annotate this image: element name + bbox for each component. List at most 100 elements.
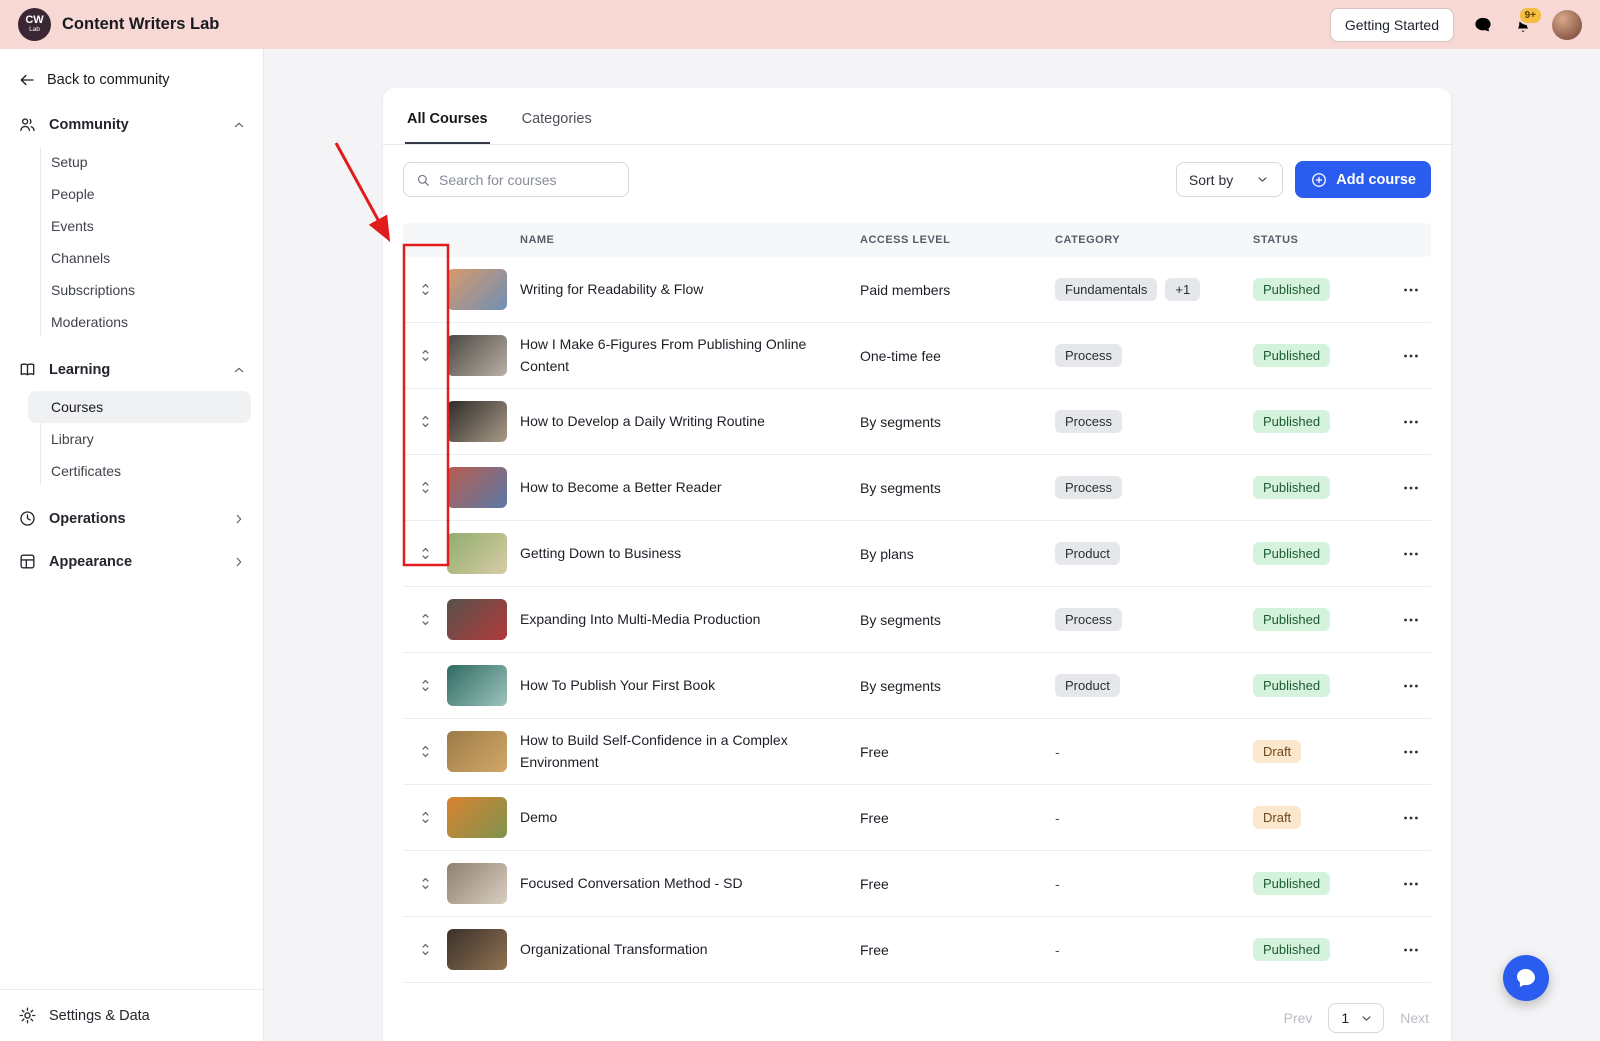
table-row[interactable]: Organizational TransformationFree-Publis… [403, 917, 1431, 983]
tab-all-courses[interactable]: All Courses [405, 111, 490, 144]
sidebar-section-appearance[interactable]: Appearance [0, 542, 263, 581]
sidebar-item-setup[interactable]: Setup [28, 146, 251, 178]
course-thumbnail [447, 533, 507, 574]
drag-handle-icon[interactable] [417, 809, 434, 826]
sidebar-item-moderations[interactable]: Moderations [28, 306, 251, 338]
course-name[interactable]: How to Build Self-Confidence in a Comple… [520, 730, 860, 773]
add-course-button[interactable]: Add course [1295, 161, 1431, 198]
row-menu-button[interactable] [1401, 874, 1421, 894]
table-row[interactable]: How to Become a Better ReaderBy segments… [403, 455, 1431, 521]
table-row[interactable]: Getting Down to BusinessBy plansProductP… [403, 521, 1431, 587]
sidebar-item-channels[interactable]: Channels [28, 242, 251, 274]
row-menu-button[interactable] [1401, 478, 1421, 498]
community-icon [18, 115, 37, 134]
drag-handle-icon[interactable] [417, 545, 434, 562]
add-course-label: Add course [1336, 172, 1416, 188]
table-row[interactable]: Expanding Into Multi-Media ProductionBy … [403, 587, 1431, 653]
drag-handle-icon[interactable] [417, 281, 434, 298]
notifications-bell-icon[interactable]: 9+ [1512, 14, 1534, 36]
sidebar-item-certificates[interactable]: Certificates [28, 455, 251, 487]
sort-by-dropdown[interactable]: Sort by [1176, 162, 1283, 197]
table-row[interactable]: Writing for Readability & FlowPaid membe… [403, 257, 1431, 323]
course-thumbnail [447, 269, 507, 310]
course-name[interactable]: How I Make 6-Figures From Publishing Onl… [520, 334, 860, 377]
sidebar-item-library[interactable]: Library [28, 423, 251, 455]
sort-by-label: Sort by [1189, 172, 1233, 188]
table-row[interactable]: How to Develop a Daily Writing RoutineBy… [403, 389, 1431, 455]
sidebar-section-community[interactable]: Community [0, 105, 263, 144]
status-badge: Draft [1253, 806, 1301, 829]
access-level: One-time fee [860, 348, 1055, 364]
chevron-down-icon [1359, 1011, 1374, 1026]
course-name[interactable]: Organizational Transformation [520, 939, 860, 961]
course-name[interactable]: Getting Down to Business [520, 543, 860, 565]
access-level: By segments [860, 612, 1055, 628]
access-level: Free [860, 942, 1055, 958]
sidebar-item-courses[interactable]: Courses [28, 391, 251, 423]
course-name[interactable]: How to Become a Better Reader [520, 477, 860, 499]
back-to-community-link[interactable]: Back to community [0, 49, 263, 105]
drag-handle-icon[interactable] [417, 941, 434, 958]
row-menu-button[interactable] [1401, 610, 1421, 630]
course-name[interactable]: Writing for Readability & Flow [520, 279, 860, 301]
sidebar-nav: CommunitySetupPeopleEventsChannelsSubscr… [0, 105, 263, 585]
drag-handle-icon[interactable] [417, 677, 434, 694]
category-cell: - [1055, 876, 1253, 892]
column-header-name: NAME [520, 234, 860, 246]
sidebar-section-label: Learning [49, 362, 110, 378]
learning-icon [18, 360, 37, 379]
search-input-wrapper[interactable] [403, 162, 629, 197]
messages-icon[interactable] [1472, 14, 1494, 36]
course-name[interactable]: How to Develop a Daily Writing Routine [520, 411, 860, 433]
sidebar-section-learning[interactable]: Learning [0, 350, 263, 389]
drag-handle-icon[interactable] [417, 479, 434, 496]
chat-widget-button[interactable] [1503, 955, 1549, 1001]
sidebar-section-operations[interactable]: Operations [0, 499, 263, 538]
row-menu-button[interactable] [1401, 412, 1421, 432]
row-menu-button[interactable] [1401, 676, 1421, 696]
next-page-button[interactable]: Next [1400, 1010, 1429, 1026]
row-menu-button[interactable] [1401, 346, 1421, 366]
row-menu-button[interactable] [1401, 742, 1421, 762]
settings-label: Settings & Data [49, 1008, 150, 1024]
table-row[interactable]: How to Build Self-Confidence in a Comple… [403, 719, 1431, 785]
course-name[interactable]: Demo [520, 807, 860, 829]
tab-categories[interactable]: Categories [520, 111, 594, 144]
status-badge: Published [1253, 872, 1330, 895]
sidebar-item-events[interactable]: Events [28, 210, 251, 242]
table-header-row: NAME ACCESS LEVEL CATEGORY STATUS [403, 223, 1431, 257]
course-name[interactable]: Focused Conversation Method - SD [520, 873, 860, 895]
course-name[interactable]: Expanding Into Multi-Media Production [520, 609, 860, 631]
status-badge: Published [1253, 278, 1330, 301]
getting-started-button[interactable]: Getting Started [1330, 8, 1454, 42]
drag-handle-icon[interactable] [417, 413, 434, 430]
sidebar-item-people[interactable]: People [28, 178, 251, 210]
row-menu-button[interactable] [1401, 280, 1421, 300]
category-empty: - [1055, 942, 1060, 958]
sidebar-section-items: SetupPeopleEventsChannelsSubscriptionsMo… [0, 144, 263, 346]
course-name[interactable]: How To Publish Your First Book [520, 675, 860, 697]
status-badge: Published [1253, 410, 1330, 433]
back-arrow-icon [18, 71, 36, 89]
table-row[interactable]: How I Make 6-Figures From Publishing Onl… [403, 323, 1431, 389]
sidebar-item-subscriptions[interactable]: Subscriptions [28, 274, 251, 306]
row-menu-button[interactable] [1401, 808, 1421, 828]
search-input[interactable] [439, 172, 620, 188]
page-title: Content Writers Lab [62, 15, 219, 34]
drag-handle-icon[interactable] [417, 875, 434, 892]
page-select[interactable]: 1 [1328, 1003, 1384, 1033]
prev-page-button[interactable]: Prev [1284, 1010, 1313, 1026]
status-badge: Published [1253, 608, 1330, 631]
drag-handle-icon[interactable] [417, 347, 434, 364]
table-row[interactable]: Focused Conversation Method - SDFree-Pub… [403, 851, 1431, 917]
user-avatar[interactable] [1552, 10, 1582, 40]
drag-handle-icon[interactable] [417, 743, 434, 760]
settings-and-data-link[interactable]: Settings & Data [0, 989, 263, 1041]
table-row[interactable]: DemoFree-Draft [403, 785, 1431, 851]
table-row[interactable]: How To Publish Your First BookBy segment… [403, 653, 1431, 719]
drag-handle-icon[interactable] [417, 611, 434, 628]
community-logo[interactable]: CW Lab [18, 8, 51, 41]
row-menu-button[interactable] [1401, 940, 1421, 960]
access-level: By plans [860, 546, 1055, 562]
row-menu-button[interactable] [1401, 544, 1421, 564]
